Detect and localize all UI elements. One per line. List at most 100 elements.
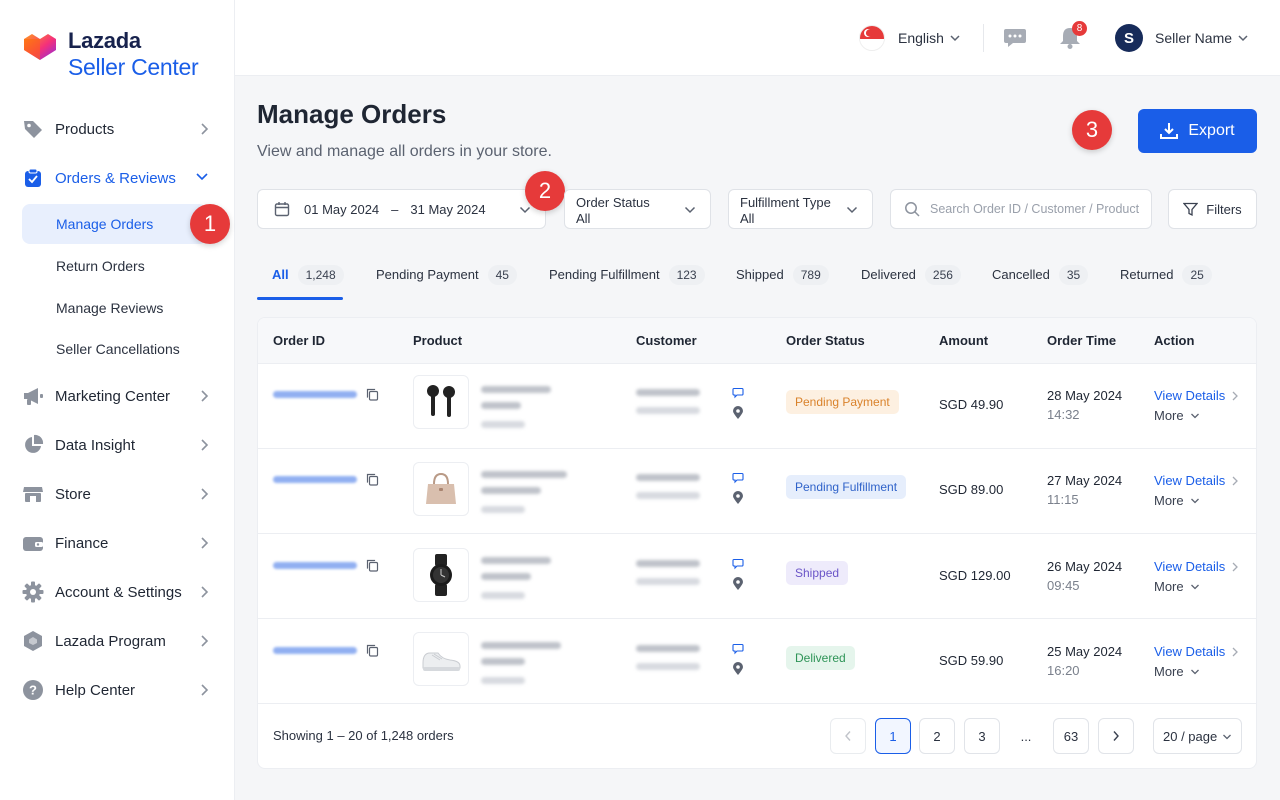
location-pin-icon[interactable] [732, 662, 744, 676]
language-selector[interactable]: English [898, 30, 944, 46]
tab-pending-payment[interactable]: Pending Payment 45 [376, 258, 517, 300]
product-thumbnail[interactable] [413, 375, 469, 429]
order-id-redacted[interactable] [273, 476, 357, 483]
table-row: Shipped SGD 129.00 26 May 2024 09:45 Vie… [258, 534, 1256, 619]
order-id-redacted[interactable] [273, 391, 357, 398]
top-bar: English 8 S Seller Name [235, 0, 1280, 76]
column-header-order-status: Order Status [786, 333, 865, 348]
sidebar-item-finance[interactable]: Finance [22, 523, 217, 563]
customer-name-redacted [636, 560, 700, 567]
page-button-1[interactable]: 1 [875, 718, 911, 754]
chat-icon[interactable] [732, 643, 744, 655]
sidebar-item-lazada-program[interactable]: Lazada Program [22, 621, 217, 661]
sidebar-item-label: Store [55, 485, 91, 503]
tab-delivered[interactable]: Delivered 256 [861, 258, 961, 300]
order-clock-time: 16:20 [1047, 663, 1080, 678]
chevron-right-icon [1113, 731, 1119, 741]
sidebar-subitem-return-orders[interactable]: Return Orders [22, 246, 207, 286]
chat-icon[interactable] [732, 558, 744, 570]
view-details-link[interactable]: View Details [1154, 388, 1225, 403]
chevron-down-icon[interactable] [1237, 33, 1249, 43]
customer-name-redacted [636, 645, 700, 652]
copy-icon[interactable] [366, 644, 379, 657]
search-input[interactable] [930, 202, 1145, 216]
copy-icon[interactable] [366, 473, 379, 486]
sidebar-subitem-seller-cancellations[interactable]: Seller Cancellations [22, 329, 207, 369]
order-id-redacted[interactable] [273, 562, 357, 569]
page-button-2[interactable]: 2 [919, 718, 955, 754]
view-details-link[interactable]: View Details [1154, 559, 1225, 574]
product-name-redacted [481, 402, 521, 409]
table-header: Order ID Product Customer Order Status A… [258, 318, 1256, 364]
order-id-redacted[interactable] [273, 647, 357, 654]
chevron-down-icon [1191, 584, 1199, 590]
sidebar-subitem-manage-reviews[interactable]: Manage Reviews [22, 288, 207, 328]
tab-count: 45 [487, 265, 517, 285]
lazada-logo[interactable]: Lazada Seller Center [22, 28, 199, 80]
chat-icon[interactable] [1003, 27, 1027, 49]
tab-pending-fulfillment[interactable]: Pending Fulfillment 123 [549, 258, 705, 300]
customer-id-redacted [636, 578, 700, 585]
order-amount: SGD 49.90 [939, 397, 1004, 412]
column-header-customer: Customer [636, 333, 697, 348]
lazada-heart-logo-icon [24, 34, 56, 60]
order-date: 28 May 2024 [1047, 388, 1123, 403]
search-box[interactable] [890, 189, 1152, 229]
tab-label: Pending Fulfillment [549, 267, 660, 282]
more-actions-button[interactable]: More [1154, 579, 1184, 594]
chevron-down-icon [1223, 734, 1231, 740]
tab-returned[interactable]: Returned 25 [1120, 258, 1212, 300]
chevron-right-icon [201, 586, 209, 598]
product-name-redacted [481, 471, 567, 478]
fulfillment-type-select[interactable]: Fulfillment Type All [728, 189, 873, 229]
sidebar-item-store[interactable]: Store [22, 474, 217, 514]
pie-chart-icon [22, 434, 44, 456]
sneaker-icon [422, 652, 461, 671]
copy-icon[interactable] [366, 388, 379, 401]
product-thumbnail[interactable] [413, 548, 469, 602]
product-thumbnail[interactable] [413, 632, 469, 686]
chat-icon[interactable] [732, 472, 744, 484]
order-status-select[interactable]: Order Status All [564, 189, 711, 229]
more-actions-button[interactable]: More [1154, 664, 1184, 679]
page-size-select[interactable]: 20 / page [1153, 718, 1242, 754]
prev-page-button[interactable] [830, 718, 866, 754]
page-button-63[interactable]: 63 [1053, 718, 1089, 754]
location-pin-icon[interactable] [732, 406, 744, 420]
view-details-link[interactable]: View Details [1154, 473, 1225, 488]
sidebar-item-orders-reviews[interactable]: Orders & Reviews [22, 158, 217, 198]
sidebar-item-data-insight[interactable]: Data Insight [22, 425, 217, 465]
chat-icon[interactable] [732, 387, 744, 399]
sidebar-item-products[interactable]: Products [22, 109, 217, 149]
singapore-flag-icon[interactable] [859, 25, 885, 51]
filters-button[interactable]: Filters [1168, 189, 1257, 229]
avatar[interactable]: S [1115, 24, 1143, 52]
filters-label: Filters [1206, 201, 1242, 217]
sidebar-item-account-settings[interactable]: Account & Settings [22, 572, 217, 612]
callout-badge-2: 2 [525, 171, 565, 211]
next-page-button[interactable] [1098, 718, 1134, 754]
export-button[interactable]: Export [1138, 109, 1257, 153]
product-thumbnail[interactable] [413, 462, 469, 516]
tab-cancelled[interactable]: Cancelled 35 [992, 258, 1089, 300]
sidebar-subitem-manage-orders[interactable]: Manage Orders [22, 204, 207, 244]
callout-badge-1: 1 [190, 204, 230, 244]
megaphone-icon [22, 385, 44, 407]
tab-all[interactable]: All 1,248 [272, 258, 344, 300]
sidebar-item-help-center[interactable]: ? Help Center [22, 670, 217, 710]
location-pin-icon[interactable] [732, 491, 744, 505]
more-actions-button[interactable]: More [1154, 493, 1184, 508]
tab-shipped[interactable]: Shipped 789 [736, 258, 829, 300]
page-button-3[interactable]: 3 [964, 718, 1000, 754]
tab-label: All [272, 267, 289, 282]
chevron-down-icon[interactable] [949, 33, 961, 43]
view-details-link[interactable]: View Details [1154, 644, 1225, 659]
location-pin-icon[interactable] [732, 577, 744, 591]
sidebar-item-marketing-center[interactable]: Marketing Center [22, 376, 217, 416]
chevron-down-icon [519, 206, 531, 214]
copy-icon[interactable] [366, 559, 379, 572]
date-range-picker[interactable]: 01 May 2024 – 31 May 2024 [257, 189, 546, 229]
more-actions-button[interactable]: More [1154, 408, 1184, 423]
customer-id-redacted [636, 492, 700, 499]
seller-name[interactable]: Seller Name [1155, 30, 1232, 46]
